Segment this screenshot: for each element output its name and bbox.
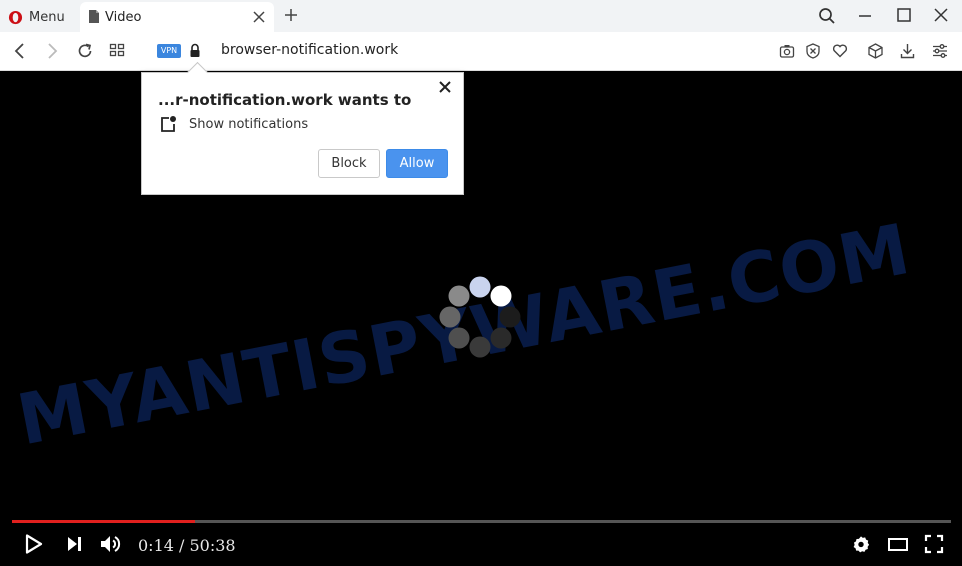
block-button[interactable]: Block (318, 149, 380, 178)
tab-strip: Menu Video (0, 0, 962, 32)
permission-text: Show notifications (189, 117, 309, 132)
back-icon[interactable] (12, 42, 28, 60)
download-icon[interactable] (900, 43, 915, 59)
tab-close-icon[interactable] (252, 10, 266, 24)
address-bar: VPN browser-notification.work (0, 32, 962, 71)
new-tab-icon[interactable] (283, 7, 299, 23)
allow-button[interactable]: Allow (386, 149, 448, 178)
volume-icon[interactable] (100, 534, 122, 554)
camera-icon[interactable] (779, 43, 795, 59)
settings-icon[interactable] (852, 534, 870, 554)
notification-icon (161, 116, 176, 132)
popup-close-icon[interactable] (439, 81, 451, 93)
minimize-icon[interactable] (857, 7, 873, 23)
menu-label: Menu (29, 9, 65, 25)
reload-icon[interactable] (76, 42, 94, 60)
lock-icon[interactable] (189, 43, 201, 58)
grid-icon[interactable] (109, 42, 125, 58)
tab-video[interactable]: Video (80, 2, 274, 32)
fullscreen-icon[interactable] (924, 534, 944, 554)
play-icon[interactable] (25, 534, 43, 554)
theater-mode-icon[interactable] (887, 534, 909, 554)
cube-icon[interactable] (868, 43, 883, 59)
heart-icon[interactable] (832, 43, 848, 58)
close-icon[interactable] (933, 7, 949, 23)
seek-bar[interactable] (12, 520, 951, 523)
popup-title: ...r-notification.work wants to (158, 91, 412, 109)
time-display: 0:14 / 50:38 (138, 536, 236, 555)
tab-title: Video (105, 10, 142, 25)
forward-icon[interactable] (44, 42, 60, 60)
maximize-icon[interactable] (896, 7, 912, 23)
opera-logo-icon (8, 10, 23, 24)
notification-permission-popup: ...r-notification.work wants to Show not… (141, 61, 464, 195)
search-icon[interactable] (818, 7, 836, 25)
page-icon (89, 10, 99, 23)
menu-button[interactable]: Menu (8, 6, 65, 28)
next-icon[interactable] (66, 534, 84, 554)
seek-bar-progress (12, 520, 196, 523)
vpn-badge[interactable]: VPN (157, 44, 181, 58)
player-controls: 0:14 / 50:38 (1, 529, 961, 565)
sliders-icon[interactable] (932, 43, 948, 59)
block-icon[interactable] (806, 43, 820, 59)
loading-spinner-icon (439, 276, 521, 358)
url-text[interactable]: browser-notification.work (221, 42, 398, 58)
